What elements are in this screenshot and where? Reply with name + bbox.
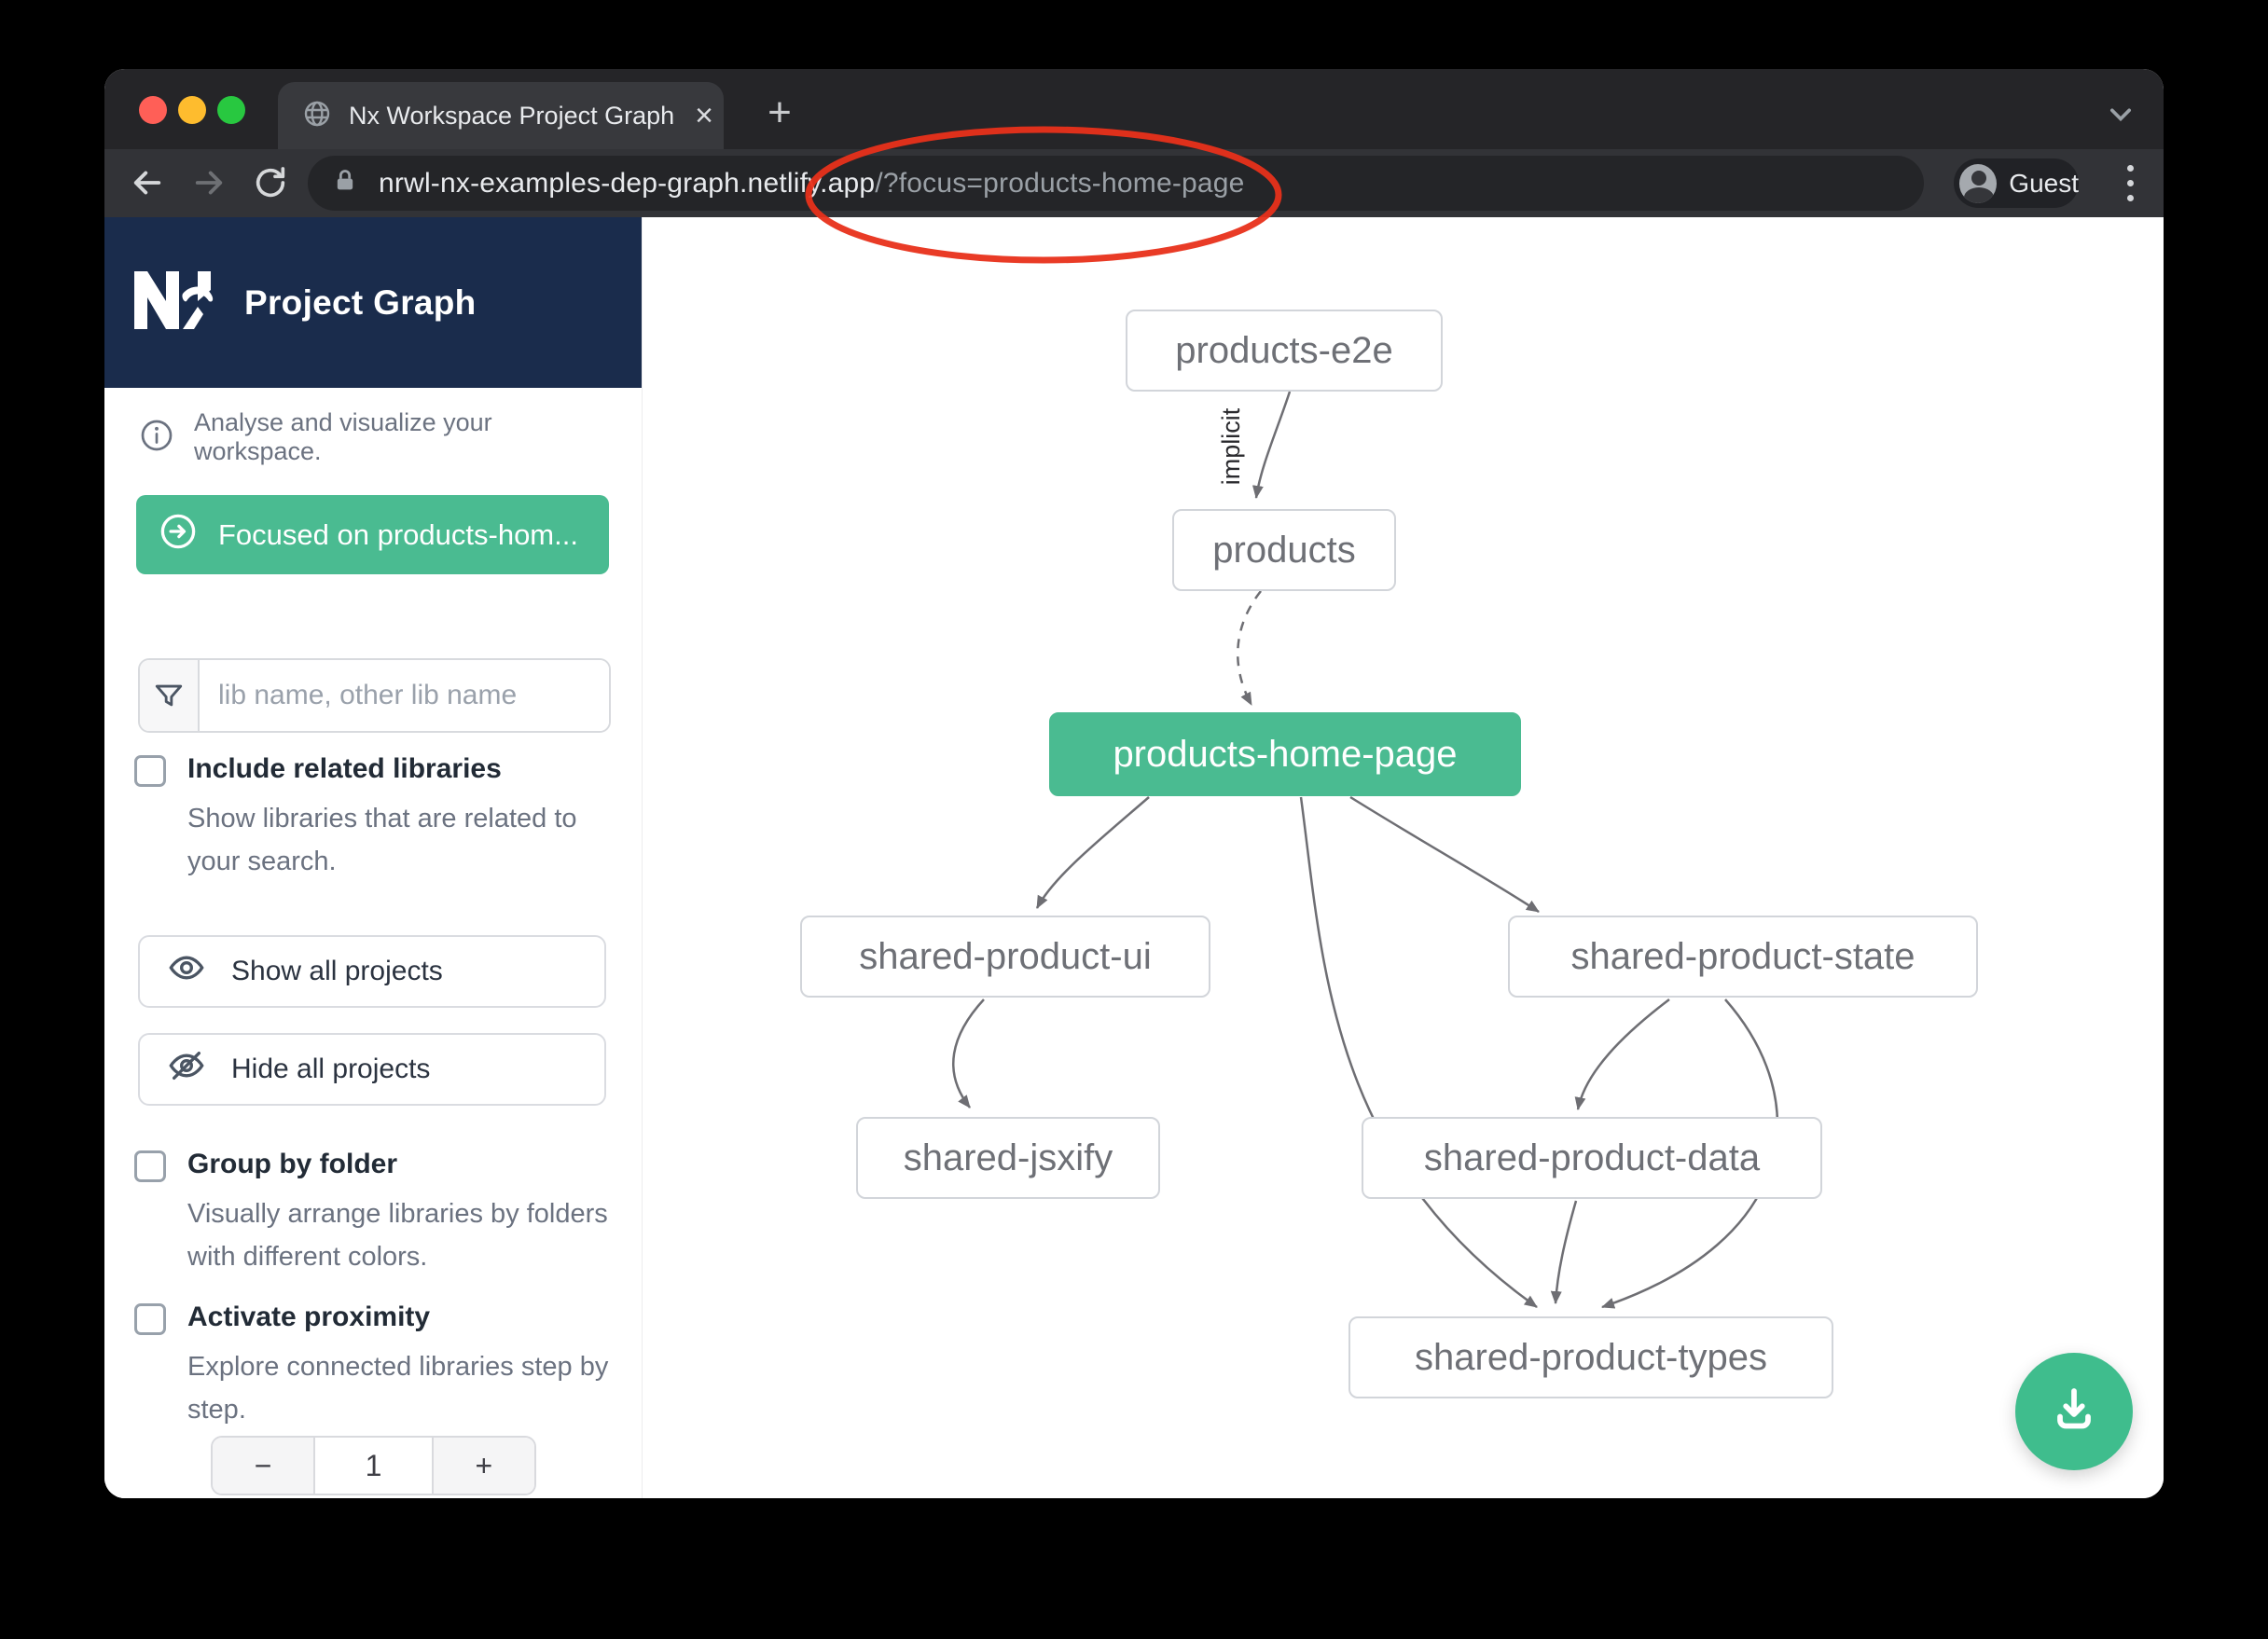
window-zoom-button[interactable]: [217, 96, 245, 124]
focused-project-label: Focused on products-hom...: [218, 518, 578, 552]
graph-edge-shared-product-state-to-shared-product-data: [1578, 999, 1669, 1109]
page-content: Project Graph Analyse and visualize your…: [104, 217, 2164, 1498]
lock-icon: [332, 168, 358, 199]
filter-input[interactable]: [200, 660, 609, 731]
group-by-folder-description: Visually arrange libraries by folders wi…: [187, 1193, 609, 1279]
profile-label: Guest: [2009, 169, 2079, 199]
graph-edge-products-to-products-home-page: [1238, 591, 1261, 705]
url-domain: nrwl-nx-examples-dep-graph.netlify.app: [379, 168, 875, 199]
graph-edge-shared-product-data-to-shared-product-types: [1556, 1201, 1576, 1303]
url-bar[interactable]: nrwl-nx-examples-dep-graph.netlify.app/?…: [308, 156, 1924, 211]
include-related-checkbox[interactable]: [134, 755, 166, 787]
group-by-folder-label: Group by folder: [187, 1149, 397, 1180]
globe-favicon-icon: [302, 99, 332, 133]
tab-strip: Nx Workspace Project Graph × +: [104, 69, 2164, 149]
graph-edge-products-home-page-to-shared-product-state: [1350, 797, 1539, 912]
graph-node-products-home-page[interactable]: products-home-page: [1049, 712, 1521, 796]
new-tab-button[interactable]: +: [757, 91, 802, 136]
stepper-decrement-button[interactable]: −: [213, 1438, 313, 1494]
graph-node-shared-jsxify[interactable]: shared-jsxify: [856, 1117, 1160, 1199]
funnel-icon: [140, 660, 200, 731]
project-graph-canvas[interactable]: implicit products-e2e products products-ho…: [643, 217, 2164, 1498]
eye-off-icon: [168, 1047, 205, 1092]
download-button[interactable]: [2015, 1353, 2133, 1470]
edge-label-implicit: implicit: [1217, 407, 1245, 485]
stepper-increment-button[interactable]: +: [434, 1438, 534, 1494]
graph-node-shared-product-ui[interactable]: shared-product-ui: [800, 916, 1210, 998]
include-related-label: Include related libraries: [187, 753, 502, 785]
group-by-folder-checkbox[interactable]: [134, 1150, 166, 1182]
chevron-down-icon[interactable]: [2100, 93, 2141, 134]
back-button[interactable]: [125, 160, 170, 205]
window-close-button[interactable]: [139, 96, 167, 124]
browser-window: Nx Workspace Project Graph × + nrwl-nx-e…: [104, 69, 2164, 1498]
activate-proximity-description: Explore connected libraries step by step…: [187, 1346, 609, 1432]
browser-tab[interactable]: Nx Workspace Project Graph ×: [278, 82, 724, 149]
graph-node-shared-product-types[interactable]: shared-product-types: [1348, 1316, 1833, 1398]
nx-logo: [134, 271, 224, 334]
url-text: nrwl-nx-examples-dep-graph.netlify.app/?…: [379, 168, 1245, 200]
tagline-row: Analyse and visualize your workspace.: [140, 408, 606, 466]
tab-close-icon[interactable]: ×: [691, 100, 717, 131]
url-path: /?focus=products-home-page: [875, 168, 1244, 199]
graph-edge-shared-product-ui-to-shared-jsxify: [953, 999, 984, 1108]
stepper-value: 1: [313, 1438, 433, 1494]
hide-all-projects-button[interactable]: Hide all projects: [138, 1033, 606, 1106]
sidebar-header: Project Graph: [104, 217, 642, 388]
tagline-text: Analyse and visualize your workspace.: [194, 408, 606, 466]
proximity-stepper: − 1 +: [211, 1436, 536, 1495]
graph-edge-products-home-page-to-shared-product-ui: [1037, 797, 1149, 908]
eye-icon: [168, 949, 205, 994]
reload-button[interactable]: [248, 160, 293, 205]
include-related-description: Show libraries that are related to your …: [187, 798, 609, 884]
graph-node-shared-product-state[interactable]: shared-product-state: [1508, 916, 1978, 998]
graph-node-products[interactable]: products: [1172, 509, 1396, 591]
navigation-bar: nrwl-nx-examples-dep-graph.netlify.app/?…: [104, 149, 2164, 217]
browser-menu-button[interactable]: [2109, 160, 2150, 205]
app-title: Project Graph: [244, 283, 477, 323]
graph-node-shared-product-data[interactable]: shared-product-data: [1362, 1117, 1822, 1199]
show-all-projects-button[interactable]: Show all projects: [138, 935, 606, 1008]
window-minimize-button[interactable]: [178, 96, 206, 124]
filter-box: [138, 658, 611, 733]
forward-button[interactable]: [187, 160, 231, 205]
avatar: [1959, 164, 1997, 203]
show-all-projects-label: Show all projects: [231, 956, 443, 987]
graph-node-products-e2e[interactable]: products-e2e: [1126, 310, 1443, 392]
hide-all-projects-label: Hide all projects: [231, 1054, 430, 1085]
graph-edge-products-home-page-to-shared-product-types: [1301, 797, 1537, 1307]
graph-edges: implicit: [643, 217, 2164, 1498]
sidebar: Project Graph Analyse and visualize your…: [104, 217, 643, 1498]
focused-project-button[interactable]: Focused on products-hom...: [136, 495, 609, 574]
profile-button[interactable]: Guest: [1954, 158, 2079, 208]
graph-edge-products-e2e-to-products: [1256, 392, 1290, 498]
arrow-circle-icon: [159, 512, 198, 558]
info-icon: [140, 419, 173, 457]
tab-title: Nx Workspace Project Graph: [349, 102, 674, 131]
activate-proximity-label: Activate proximity: [187, 1302, 430, 1333]
activate-proximity-checkbox[interactable]: [134, 1303, 166, 1335]
download-icon: [2046, 1382, 2102, 1442]
